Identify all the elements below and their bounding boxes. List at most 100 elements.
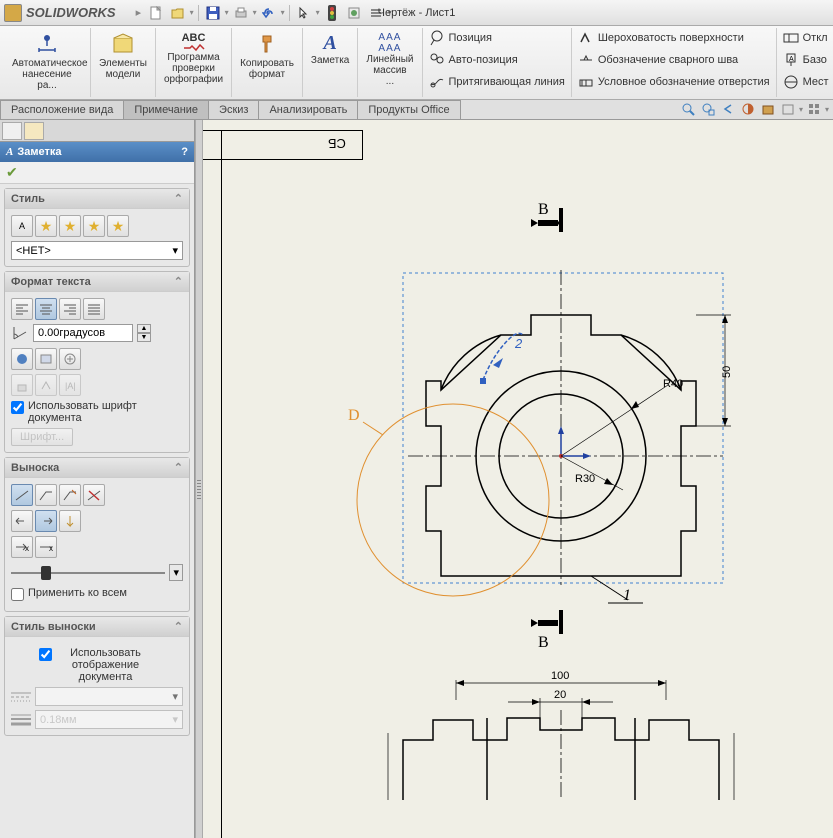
leader-slider[interactable] — [11, 572, 165, 574]
leader-underlined-button[interactable] — [59, 484, 81, 506]
zoom-area-icon[interactable] — [699, 101, 717, 117]
zoom-fit-icon[interactable] — [679, 101, 697, 117]
drawing-canvas[interactable]: СБ B B — [203, 120, 833, 838]
help-icon[interactable]: ? — [181, 146, 188, 158]
angle-input[interactable] — [33, 324, 133, 342]
panel-resize-handle[interactable] — [195, 120, 203, 838]
section-view-icon[interactable] — [739, 101, 757, 117]
select-icon[interactable] — [294, 3, 314, 23]
balloon-button[interactable]: Позиция — [427, 28, 567, 48]
panel-title: Заметка — [17, 146, 61, 158]
style-load-button[interactable]: ★ — [107, 215, 129, 237]
feature-tree-tab[interactable] — [2, 122, 22, 140]
line-weight-dropdown: 0.18мм▾ — [35, 710, 183, 729]
tab-annotation[interactable]: Примечание — [123, 100, 209, 119]
geometric-tolerance-button[interactable]: Откл — [781, 28, 831, 48]
traffic-light-icon[interactable] — [322, 3, 342, 23]
datum-target-button[interactable]: Мест — [781, 72, 831, 92]
style-header[interactable]: Стиль ⌃ — [5, 189, 189, 209]
titlebar: SOLIDWORKS Чертёж - Лист1 ▸ ▾ ▾ ▾ ▾ ▾ ▾ — [0, 0, 833, 26]
property-tab[interactable] — [24, 122, 44, 140]
slider-dropdown[interactable]: ▾ — [169, 564, 183, 581]
collapse-icon: ⌃ — [174, 275, 183, 288]
datum-feature-button[interactable]: A Базо — [781, 50, 831, 70]
leader-none-button[interactable] — [83, 484, 105, 506]
line-style-dropdown: ▾ — [35, 687, 183, 706]
align-right-button[interactable] — [59, 298, 81, 320]
style-add-favorite-button[interactable]: ★ — [35, 215, 57, 237]
insert-surface-button[interactable]: |A| — [59, 374, 81, 396]
leader-straight-button[interactable] — [11, 484, 33, 506]
svg-text:x: x — [49, 544, 53, 553]
style-apply-default-button[interactable]: A — [11, 215, 33, 237]
leader-left-button[interactable] — [11, 510, 33, 532]
leader-nearest-button[interactable] — [59, 510, 81, 532]
tab-office[interactable]: Продукты Office — [357, 100, 460, 119]
options-icon[interactable] — [366, 3, 386, 23]
link-to-property-button[interactable] — [35, 348, 57, 370]
print-icon[interactable] — [231, 3, 251, 23]
detail-label: D — [348, 407, 360, 424]
align-left-button[interactable] — [11, 298, 33, 320]
ok-icon[interactable]: ✔ — [6, 164, 18, 181]
style-dropdown[interactable]: <НЕТ> ▾ — [11, 241, 183, 260]
linear-pattern-button[interactable]: AAAAAA Линейный массив ... — [364, 30, 415, 89]
align-justify-button[interactable] — [83, 298, 105, 320]
apply-to-all-checkbox[interactable]: Применить ко всем — [11, 587, 183, 601]
chevron-down-icon: ▾ — [172, 244, 178, 257]
tab-view-layout[interactable]: Расположение вида — [0, 100, 124, 119]
balloon-2: 2 — [514, 336, 523, 351]
quick-access-toolbar: ▸ ▾ ▾ ▾ ▾ ▾ ▾ — [136, 3, 392, 23]
auto-dimension-button[interactable]: Автоматическое нанесение ра... — [10, 30, 84, 93]
document-title: Чертёж - Лист1 — [0, 7, 833, 19]
style-delete-favorite-button[interactable]: ★ — [59, 215, 81, 237]
section-arrow-b-top: B — [531, 201, 563, 232]
spell-check-button[interactable]: ABC Программа проверки орфографии — [162, 30, 225, 87]
open-file-icon[interactable] — [168, 3, 188, 23]
app-logo-icon — [4, 4, 22, 22]
lock-unlock-button[interactable] — [11, 374, 33, 396]
insert-gtol-button[interactable] — [35, 374, 57, 396]
svg-text:R40: R40 — [663, 378, 683, 390]
leader-style-header[interactable]: Стиль выноски ⌃ — [5, 617, 189, 637]
hole-callout-button[interactable]: Условное обозначение отверстия — [576, 72, 772, 92]
add-symbol-button[interactable] — [59, 348, 81, 370]
text-format-header[interactable]: Формат текста ⌃ — [5, 272, 189, 292]
arrow-style2-button[interactable]: x — [35, 536, 57, 558]
insert-hyperlink-button[interactable] — [11, 348, 33, 370]
font-button[interactable]: Шрифт... — [11, 428, 73, 446]
more-views-icon[interactable] — [805, 101, 823, 117]
use-doc-font-checkbox[interactable]: Использовать шрифт документа — [11, 400, 183, 424]
style-save-button[interactable]: ★ — [83, 215, 105, 237]
new-file-icon[interactable] — [146, 3, 166, 23]
leader-bent-button[interactable] — [35, 484, 57, 506]
surface-finish-button[interactable]: Шероховатость поверхности — [576, 28, 772, 48]
previous-view-icon[interactable] — [719, 101, 737, 117]
bottom-view: 100 20 — [388, 670, 734, 800]
svg-text:100: 100 — [551, 670, 569, 682]
arrow-style-button[interactable]: x — [11, 536, 33, 558]
note-button[interactable]: A Заметка — [309, 30, 351, 68]
format-painter-button[interactable]: Копировать формат — [238, 30, 296, 82]
align-center-button[interactable] — [35, 298, 57, 320]
magnetic-line-button[interactable]: Притягивающая линия — [427, 72, 567, 92]
use-doc-display-checkbox[interactable]: Использовать отображение документа — [11, 647, 183, 683]
save-icon[interactable] — [203, 3, 223, 23]
svg-text:50: 50 — [721, 366, 733, 378]
auto-balloon-button[interactable]: Авто-позиция — [427, 50, 567, 70]
leader-header[interactable]: Выноска ⌃ — [5, 458, 189, 478]
weld-symbol-button[interactable]: Обозначение сварного шва — [576, 50, 772, 70]
svg-text:|A|: |A| — [65, 381, 76, 391]
tab-evaluate[interactable]: Анализировать — [258, 100, 358, 119]
svg-text:1: 1 — [623, 587, 631, 604]
rebuild-icon[interactable] — [344, 3, 364, 23]
svg-text:20: 20 — [554, 689, 566, 701]
display-style-icon[interactable] — [759, 101, 777, 117]
tab-sketch[interactable]: Эскиз — [208, 100, 259, 119]
leader-right-button[interactable] — [35, 510, 57, 532]
undo-icon[interactable] — [259, 3, 279, 23]
angle-down-button[interactable]: ▼ — [137, 333, 151, 342]
hide-show-icon[interactable] — [779, 101, 797, 117]
angle-up-button[interactable]: ▲ — [137, 324, 151, 333]
model-items-button[interactable]: Элементы модели — [97, 30, 149, 82]
